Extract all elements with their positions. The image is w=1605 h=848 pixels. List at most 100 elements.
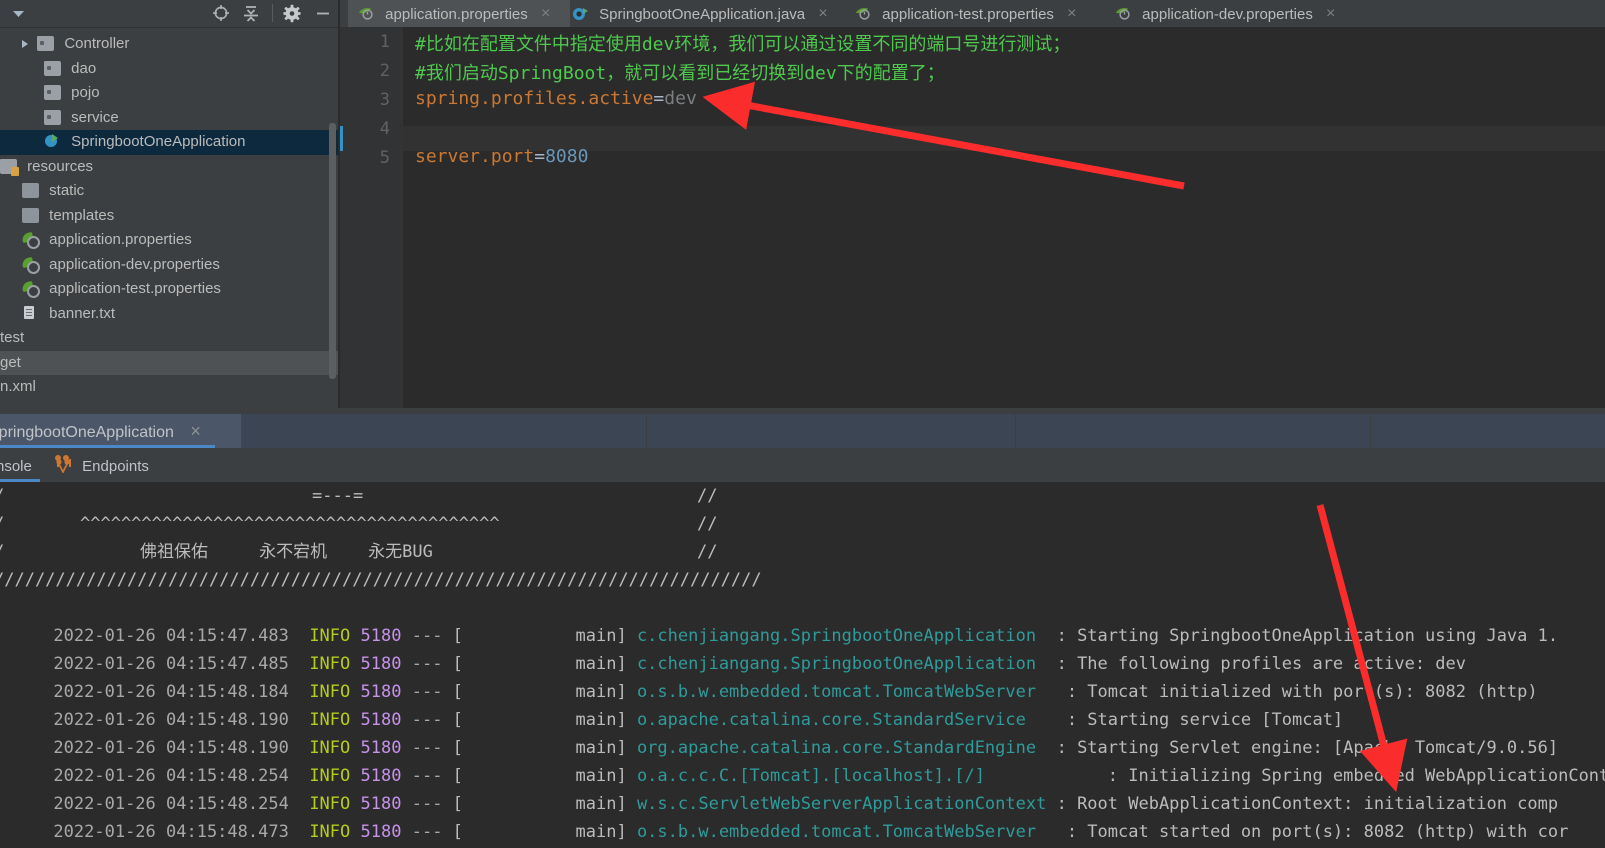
banner-line-1-mid: =---=	[312, 486, 364, 506]
tab-endpoints-label: Endpoints	[82, 458, 149, 475]
log-row: 2022-01-26 04:15:47.483 INFO 5180 --- [ …	[53, 626, 1559, 646]
line-number: 3	[379, 90, 390, 110]
tree-item-banner-txt[interactable]: banner.txt	[0, 302, 338, 327]
tree-item-label: banner.txt	[49, 304, 116, 322]
log-row: 2022-01-26 04:15:48.254 INFO 5180 --- [ …	[0, 734, 1605, 786]
tree-item-label: templates	[49, 206, 115, 224]
log-row: 2022-01-26 04:15:48.184 INFO 5180 --- [ …	[53, 682, 1538, 702]
tab-label: SpringbootOneApplication.java	[599, 6, 806, 23]
run-tab-label: SpringbootOneApplication	[0, 424, 174, 441]
tree-item-pom-xml[interactable]: n.xml	[0, 375, 338, 400]
tree-item-label: dao	[71, 59, 97, 77]
run-tab-slot-5[interactable]	[1371, 414, 1605, 448]
property-value: dev	[664, 88, 697, 109]
tree-item-label: test	[0, 329, 25, 346]
banner-line-1-left: /	[0, 482, 4, 510]
tab-application-test-properties[interactable]: application-test.properties ×	[845, 0, 1097, 27]
tab-console[interactable]: nsole	[0, 452, 32, 482]
log-row: 2022-01-26 04:15:48.254 INFO 5180 --- [ …	[53, 794, 1559, 814]
minimize-icon[interactable]	[312, 3, 334, 24]
folder-icon	[22, 183, 39, 199]
chevron-right-icon[interactable]	[22, 40, 28, 49]
tab-label: application.properties	[385, 6, 528, 23]
property-equals: =	[653, 88, 665, 109]
run-panel-subtab-row: nsole Endpoints	[0, 452, 1605, 482]
console-output[interactable]: / =---= // / ^^^^^^^^^^^^^^^^^^^^^^^^^^^…	[0, 482, 1605, 848]
tab-springbootoneapplication-java[interactable]: SpringbootOneApplication.java ×	[562, 0, 834, 27]
settings-gear-icon[interactable]	[281, 3, 303, 24]
editor-code-area[interactable]: #比如在配置文件中指定使用dev环境，我们可以通过设置不同的端口号进行测试； #…	[403, 27, 1605, 408]
property-key: spring.profiles.active	[415, 88, 654, 109]
tree-item-pojo[interactable]: pojo	[0, 81, 338, 106]
banner-line-3-right: //	[697, 542, 718, 562]
spring-class-icon	[44, 134, 61, 149]
endpoints-icon	[55, 454, 71, 474]
line-number: 2	[379, 61, 390, 81]
spring-properties-icon	[22, 232, 40, 250]
log-row: 2022-01-26 04:15:47.485 INFO 5180 --- [ …	[53, 654, 1466, 674]
folder-icon	[44, 109, 61, 125]
property-value: 8080	[545, 146, 589, 167]
tab-endpoints[interactable]: Endpoints	[55, 452, 149, 482]
tree-item-label: application.properties	[49, 231, 192, 248]
tab-application-dev-properties[interactable]: application-dev.properties ×	[1105, 0, 1357, 27]
tree-item-application-properties[interactable]: application.properties	[0, 228, 338, 253]
run-tab-slot-3[interactable]	[647, 414, 1015, 448]
run-tab-slot-4[interactable]	[1016, 414, 1370, 448]
line-number: 1	[379, 32, 390, 52]
editor-gutter[interactable]: 1 2 3 4 5	[340, 27, 403, 408]
tree-item-clipped-bottom	[0, 400, 338, 409]
tree-item-target[interactable]: get	[0, 350, 338, 375]
close-icon[interactable]: ×	[1326, 0, 1342, 27]
tree-item-service[interactable]: service	[0, 106, 338, 131]
folder-icon	[37, 36, 55, 52]
locate-icon[interactable]	[210, 3, 232, 24]
tree-item-label: application-test.properties	[49, 280, 221, 297]
property-equals: =	[534, 146, 546, 167]
tab-application-properties[interactable]: application.properties ×	[348, 0, 570, 27]
collapse-all-icon[interactable]	[240, 3, 262, 24]
run-configuration-tab-row: SpringbootOneApplication ×	[0, 414, 1605, 448]
spring-properties-icon	[855, 3, 872, 20]
log-row: 2022-01-26 04:15:48.473 INFO 5180 --- [ …	[53, 822, 1569, 842]
tree-item-test[interactable]: test	[0, 326, 338, 351]
banner-line-3-left: /	[0, 538, 4, 566]
tree-item-springbootoneapplication[interactable]: SpringbootOneApplication	[0, 130, 338, 155]
tree-item-label: SpringbootOneApplication	[71, 133, 246, 150]
editor-tab-bar: application.properties × SpringbootOneAp…	[340, 0, 1605, 27]
close-icon[interactable]: ×	[1067, 0, 1083, 27]
close-icon[interactable]: ×	[541, 0, 557, 27]
line-number: 4	[379, 119, 390, 139]
collapse-caret-icon[interactable]	[10, 5, 28, 23]
spring-properties-icon	[22, 281, 40, 299]
tab-console-label: nsole	[0, 458, 32, 475]
tree-item-dao[interactable]: dao	[0, 57, 338, 82]
banner-line-2-right: //	[697, 514, 718, 534]
tree-item-application-test-properties[interactable]: application-test.properties	[0, 277, 338, 302]
tree-item-label: n.xml	[0, 378, 36, 395]
tree-item-label: resources	[27, 157, 94, 175]
spring-properties-icon	[22, 257, 40, 274]
log-row: 2022-01-26 04:15:48.190 INFO 5180 --- [ …	[53, 738, 1559, 758]
tab-label: application-test.properties	[882, 6, 1054, 23]
banner-line-3-mid: 佛祖保佑 永不宕机 永无BUG	[140, 542, 433, 562]
tree-item-controller[interactable]: Controller	[0, 32, 338, 57]
run-tab-label-wrap: SpringbootOneApplication ×	[0, 414, 201, 448]
text-file-icon	[22, 305, 39, 321]
project-tree-scrollbar[interactable]	[329, 123, 336, 379]
run-tab-slot-2[interactable]	[241, 414, 646, 448]
close-icon[interactable]: ×	[818, 0, 834, 27]
close-icon[interactable]: ×	[190, 421, 201, 441]
tree-item-label: static	[49, 182, 85, 199]
tree-item-static[interactable]: static	[0, 179, 338, 204]
project-tool-window: Controller dao pojo service SpringbootOn…	[0, 0, 338, 408]
editor-area: application.properties × SpringbootOneAp…	[340, 0, 1605, 408]
code-line-5: server.port=8080	[415, 146, 588, 167]
tree-item-resources[interactable]: resources	[0, 155, 338, 180]
tree-item-label: application-dev.properties	[49, 255, 220, 273]
run-tool-window: SpringbootOneApplication × nsole Endpoin…	[0, 408, 1605, 848]
tree-item-templates[interactable]: templates	[0, 204, 338, 229]
tree-item-application-dev-properties[interactable]: application-dev.properties	[0, 253, 338, 278]
tree-item-label: Controller	[64, 35, 130, 52]
project-tree[interactable]: Controller dao pojo service SpringbootOn…	[0, 27, 338, 408]
